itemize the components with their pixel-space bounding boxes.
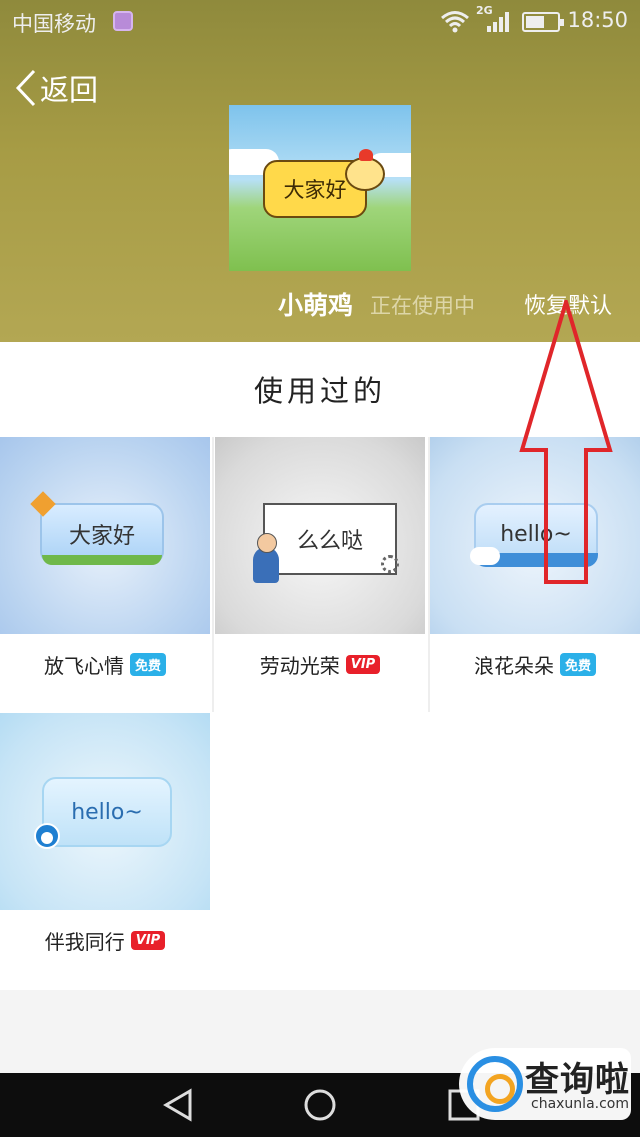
free-badge: 免费 [559, 653, 596, 676]
free-badge: 免费 [129, 653, 166, 676]
current-theme-name: 小萌鸡 [278, 291, 354, 320]
watermark-site: chaxunla.com [531, 1096, 629, 1112]
signal-icon [487, 12, 513, 32]
chevron-left-icon [15, 69, 36, 107]
back-button[interactable]: 返回 [14, 66, 98, 110]
thumbnail-bubble: 么么哒 [263, 503, 397, 575]
vip-badge: VIP [130, 931, 166, 950]
status-bar: 中国移动 2G 18:50 [0, 0, 640, 44]
theme-header: 中国移动 2G 18:50 返回 大家好 小萌鸡 正在使用中 恢复默认 [0, 0, 640, 342]
used-themes-section: 使用过的 大家好 放飞心情 免费 么么哒 劳动光荣 VIP hello~ 浪花朵… [0, 342, 640, 990]
theme-name: 劳动光荣 [259, 654, 340, 678]
app-screen: 中国移动 2G 18:50 返回 大家好 小萌鸡 正在使用中 恢复默认 使用过的… [0, 0, 640, 1137]
wave-icon [470, 547, 500, 565]
theme-card[interactable]: hello~ 伴我同行 VIP [0, 713, 210, 954]
thumbnail-bubble: 大家好 [40, 503, 164, 565]
theme-thumbnail: 么么哒 [215, 437, 425, 634]
back-triangle-icon[interactable] [160, 1087, 196, 1123]
current-theme-status: 正在使用中 [370, 294, 475, 318]
doraemon-icon [34, 823, 60, 849]
thumbnail-bubble: hello~ [42, 777, 172, 847]
theme-card[interactable]: 大家好 放飞心情 免费 [0, 437, 210, 678]
theme-name: 浪花朵朵 [473, 654, 554, 678]
battery-level [526, 16, 544, 28]
theme-name: 伴我同行 [44, 930, 125, 954]
theme-label: 浪花朵朵 免费 [430, 650, 640, 679]
theme-thumbnail: hello~ [0, 713, 210, 910]
magnifier-logo-icon [467, 1056, 523, 1112]
chick-comb-icon [359, 149, 373, 161]
restore-default-button[interactable]: 恢复默认 [524, 288, 612, 320]
watermark: 查询啦 chaxunla.com [459, 1048, 631, 1120]
theme-card[interactable]: hello~ 浪花朵朵 免费 [430, 437, 640, 678]
theme-label: 伴我同行 VIP [0, 926, 210, 955]
theme-label: 放飞心情 免费 [0, 650, 210, 679]
section-title: 使用过的 [253, 374, 386, 408]
home-circle-icon[interactable] [302, 1087, 338, 1123]
battery-icon [522, 12, 564, 32]
current-theme-preview[interactable]: 大家好 [229, 105, 411, 271]
carrier-name: 中国移动 [12, 12, 96, 36]
theme-thumbnail: hello~ [430, 437, 640, 634]
back-label: 返回 [40, 73, 99, 107]
theme-card[interactable]: 么么哒 劳动光荣 VIP [215, 437, 425, 678]
theme-name: 放飞心情 [43, 654, 124, 678]
vip-badge: VIP [345, 655, 381, 674]
gear-icon [381, 555, 399, 573]
chick-icon [345, 157, 385, 191]
worker-icon [253, 533, 279, 583]
watermark-title: 查询啦 [525, 1060, 630, 1100]
wifi-icon [441, 11, 469, 33]
grid-divider [212, 437, 214, 712]
theme-label: 劳动光荣 VIP [215, 650, 425, 679]
theme-thumbnail: 大家好 [0, 437, 210, 634]
clock: 18:50 [567, 8, 628, 32]
sim-icon [113, 11, 133, 31]
